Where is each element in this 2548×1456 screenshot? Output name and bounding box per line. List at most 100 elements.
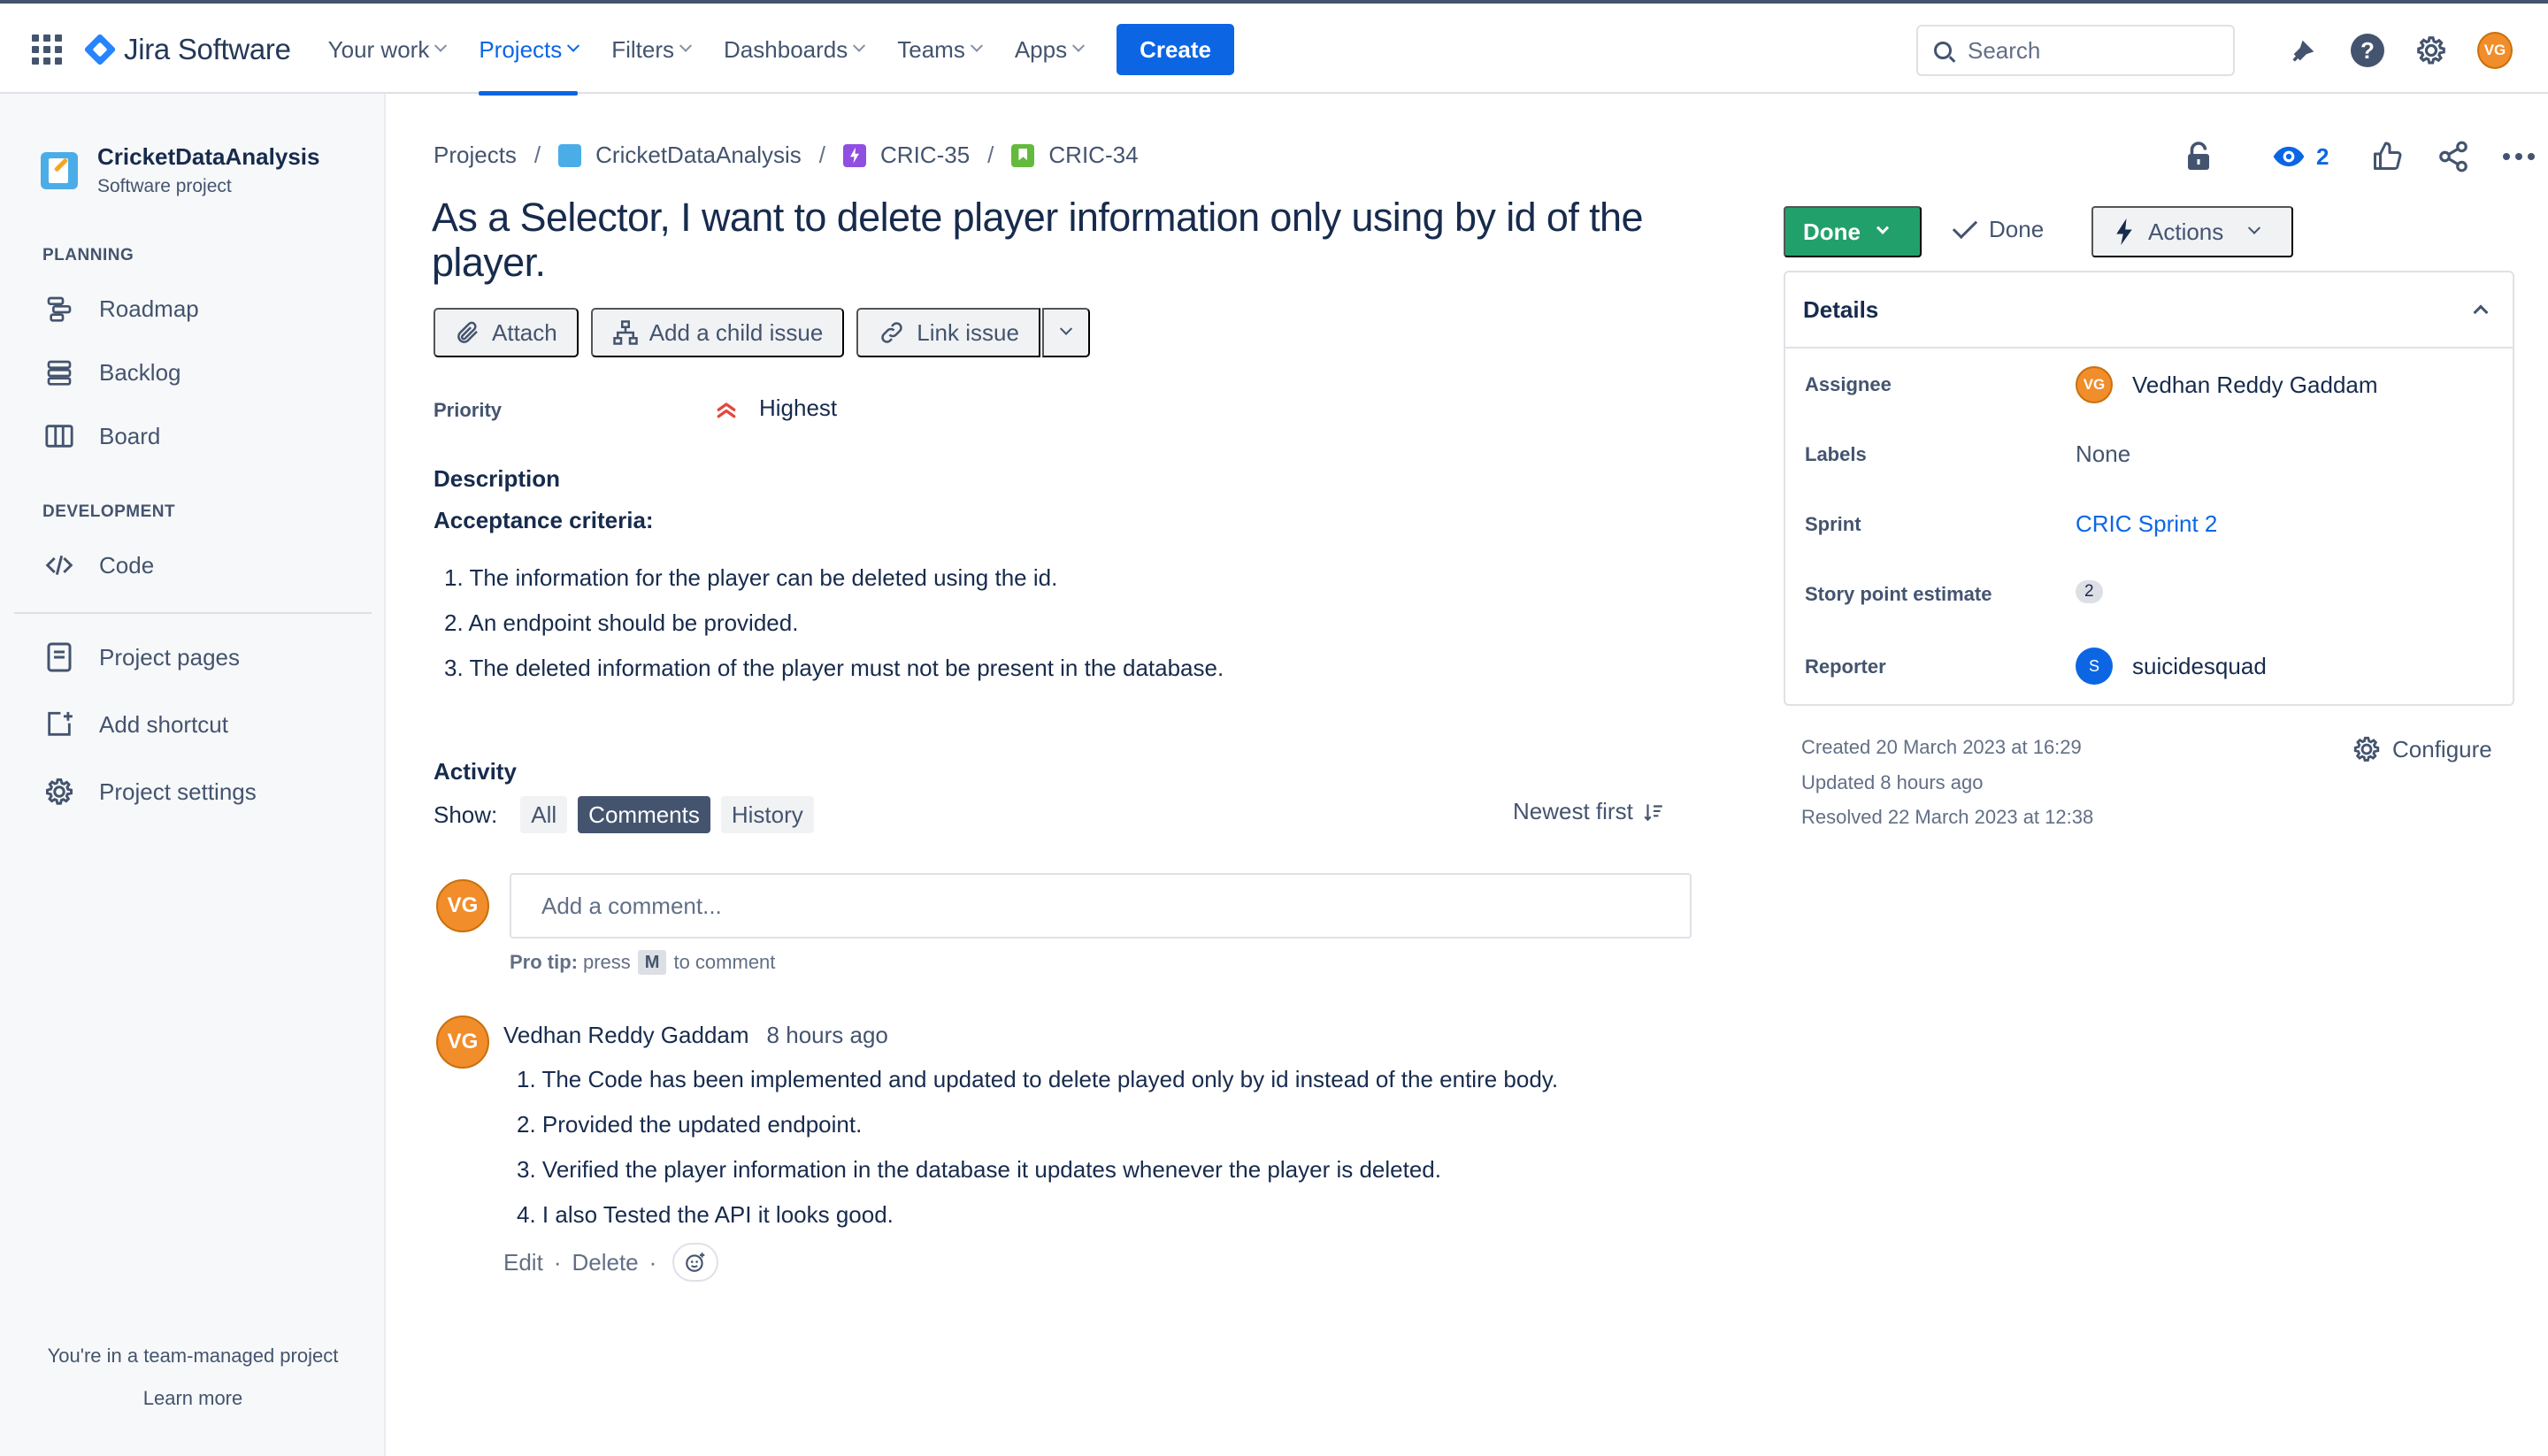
acceptance-criteria-list[interactable]: 1. The information for the player can be…: [444, 564, 1224, 700]
link-issue-button[interactable]: Link issue: [856, 308, 1040, 357]
actions-dropdown[interactable]: Actions: [2091, 206, 2293, 257]
share-icon[interactable]: [2437, 134, 2470, 179]
sidebar-item-label: Roadmap: [99, 295, 199, 322]
filter-comments[interactable]: Comments: [578, 796, 710, 833]
sidebar-item-code[interactable]: Code: [42, 548, 154, 582]
reporter-field[interactable]: S suicidesquad: [2076, 648, 2267, 685]
edit-comment-button[interactable]: Edit: [503, 1249, 543, 1276]
keyboard-shortcut-key: M: [637, 950, 667, 975]
breadcrumb-separator: /: [533, 142, 541, 168]
more-options-icon[interactable]: [2502, 134, 2536, 179]
project-header[interactable]: CricketDataAnalysis Software project: [41, 143, 319, 197]
jira-logo[interactable]: Jira Software: [83, 33, 291, 66]
sidebar-item-add-shortcut[interactable]: Add shortcut: [42, 708, 228, 741]
list-item: 4. I also Tested the API it looks good.: [517, 1201, 894, 1228]
chevron-down-icon: [434, 39, 448, 52]
filter-all[interactable]: All: [520, 796, 568, 833]
story-points-badge: 2: [2076, 580, 2103, 603]
restrictions-lock-icon[interactable]: [2176, 134, 2221, 179]
sidebar-item-project-pages[interactable]: Project pages: [42, 640, 240, 674]
configure-button[interactable]: Configure: [2352, 734, 2492, 764]
sidebar-item-backlog[interactable]: Backlog: [42, 356, 181, 389]
development-section-label: DEVELOPMENT: [42, 502, 176, 521]
story-points-field[interactable]: 2: [2076, 580, 2103, 603]
link-issue-label: Link issue: [917, 318, 1019, 346]
issue-top-actions: 2: [2176, 134, 2536, 179]
breadcrumb-projects[interactable]: Projects: [434, 142, 517, 169]
assignee-field[interactable]: VG Vedhan Reddy Gaddam: [2076, 366, 2378, 403]
board-icon: [42, 419, 76, 453]
comment-author-avatar[interactable]: VG: [436, 1015, 489, 1069]
search-input[interactable]: [1968, 36, 2215, 65]
priority-field[interactable]: Highest: [713, 395, 837, 422]
comment-author[interactable]: Vedhan Reddy Gaddam: [503, 1022, 749, 1049]
code-icon: [42, 548, 76, 582]
search-box[interactable]: [1916, 25, 2235, 76]
details-header[interactable]: Details: [1785, 272, 2513, 349]
app-switcher-icon[interactable]: [32, 34, 62, 65]
sort-newest-first-button[interactable]: Newest first: [1513, 798, 1665, 825]
help-icon[interactable]: ?: [2350, 33, 2385, 68]
create-button[interactable]: Create: [1117, 24, 1235, 75]
filter-history[interactable]: History: [720, 796, 814, 833]
list-item: 1. The information for the player can be…: [444, 564, 1058, 591]
nav-dashboards[interactable]: Dashboards: [724, 25, 866, 74]
chevron-down-icon: [1072, 39, 1086, 52]
sidebar-item-label: Code: [99, 551, 155, 579]
thumbs-up-icon[interactable]: [2371, 134, 2403, 179]
watch-button[interactable]: 2: [2272, 134, 2329, 179]
nav-teams[interactable]: Teams: [897, 25, 983, 74]
breadcrumb-project[interactable]: CricketDataAnalysis: [595, 142, 802, 169]
attach-button[interactable]: Attach: [434, 308, 579, 357]
story-points-label: Story point estimate: [1805, 583, 1992, 605]
sidebar-item-roadmap[interactable]: Roadmap: [42, 292, 199, 326]
avatar: VG: [2477, 32, 2513, 69]
comment-timestamp[interactable]: 8 hours ago: [767, 1022, 888, 1049]
add-comment-field[interactable]: Add a comment...: [510, 873, 1692, 939]
configure-label: Configure: [2392, 735, 2492, 762]
chevron-up-icon: [2473, 304, 2489, 320]
sidebar-item-board[interactable]: Board: [42, 419, 160, 453]
hierarchy-icon: [612, 319, 639, 346]
issue-title[interactable]: As a Selector, I want to delete player i…: [432, 195, 1670, 285]
breadcrumb-separator: /: [987, 142, 994, 168]
show-label: Show:: [434, 801, 498, 828]
delete-comment-button[interactable]: Delete: [572, 1249, 638, 1276]
sidebar-divider: [14, 612, 372, 614]
notifications-icon[interactable]: [2286, 33, 2322, 68]
sidebar-item-project-settings[interactable]: Project settings: [42, 775, 257, 808]
nav-your-work[interactable]: Your work: [328, 25, 448, 74]
nav-projects[interactable]: Projects: [479, 25, 580, 96]
check-icon: [1952, 213, 1978, 239]
chevron-down-icon: [853, 39, 866, 52]
search-icon: [1934, 42, 1952, 59]
learn-more-link[interactable]: Learn more: [0, 1387, 386, 1410]
separator-dot: ·: [649, 1248, 657, 1276]
settings-gear-icon[interactable]: [2414, 33, 2449, 68]
more-actions-dropdown[interactable]: [1041, 308, 1090, 357]
nav-projects-label: Projects: [479, 35, 563, 63]
jira-logo-icon: [83, 33, 117, 66]
nav-left: Jira Software Your work Projects Filters…: [32, 24, 1235, 96]
pro-tip: Pro tip: press M to comment: [510, 950, 775, 975]
status-transition-dropdown[interactable]: Done: [1784, 206, 1922, 257]
project-icon: [41, 151, 78, 189]
sprint-field[interactable]: CRIC Sprint 2: [2076, 510, 2217, 538]
nav-filters[interactable]: Filters: [611, 25, 693, 74]
breadcrumb-epic[interactable]: CRIC-35: [880, 142, 970, 169]
emoji-icon: [686, 1253, 705, 1272]
nav-teams-label: Teams: [897, 35, 965, 63]
nav-apps[interactable]: Apps: [1015, 25, 1086, 74]
eye-icon: [2273, 146, 2305, 167]
add-child-issue-button[interactable]: Add a child issue: [590, 308, 845, 357]
labels-field[interactable]: None: [2076, 441, 2130, 468]
breadcrumb-issue[interactable]: CRIC-34: [1048, 142, 1138, 169]
pro-tip-label: Pro tip:: [510, 951, 578, 973]
resolution-label: Done: [1989, 216, 2045, 242]
profile-avatar[interactable]: VG: [2477, 32, 2513, 69]
pro-tip-press: press: [583, 951, 631, 973]
updated-timestamp: Updated 8 hours ago: [1801, 771, 1984, 793]
add-reaction-button[interactable]: [672, 1243, 719, 1282]
acceptance-criteria-heading[interactable]: Acceptance criteria:: [434, 507, 654, 534]
sidebar-item-label: Board: [99, 422, 161, 449]
